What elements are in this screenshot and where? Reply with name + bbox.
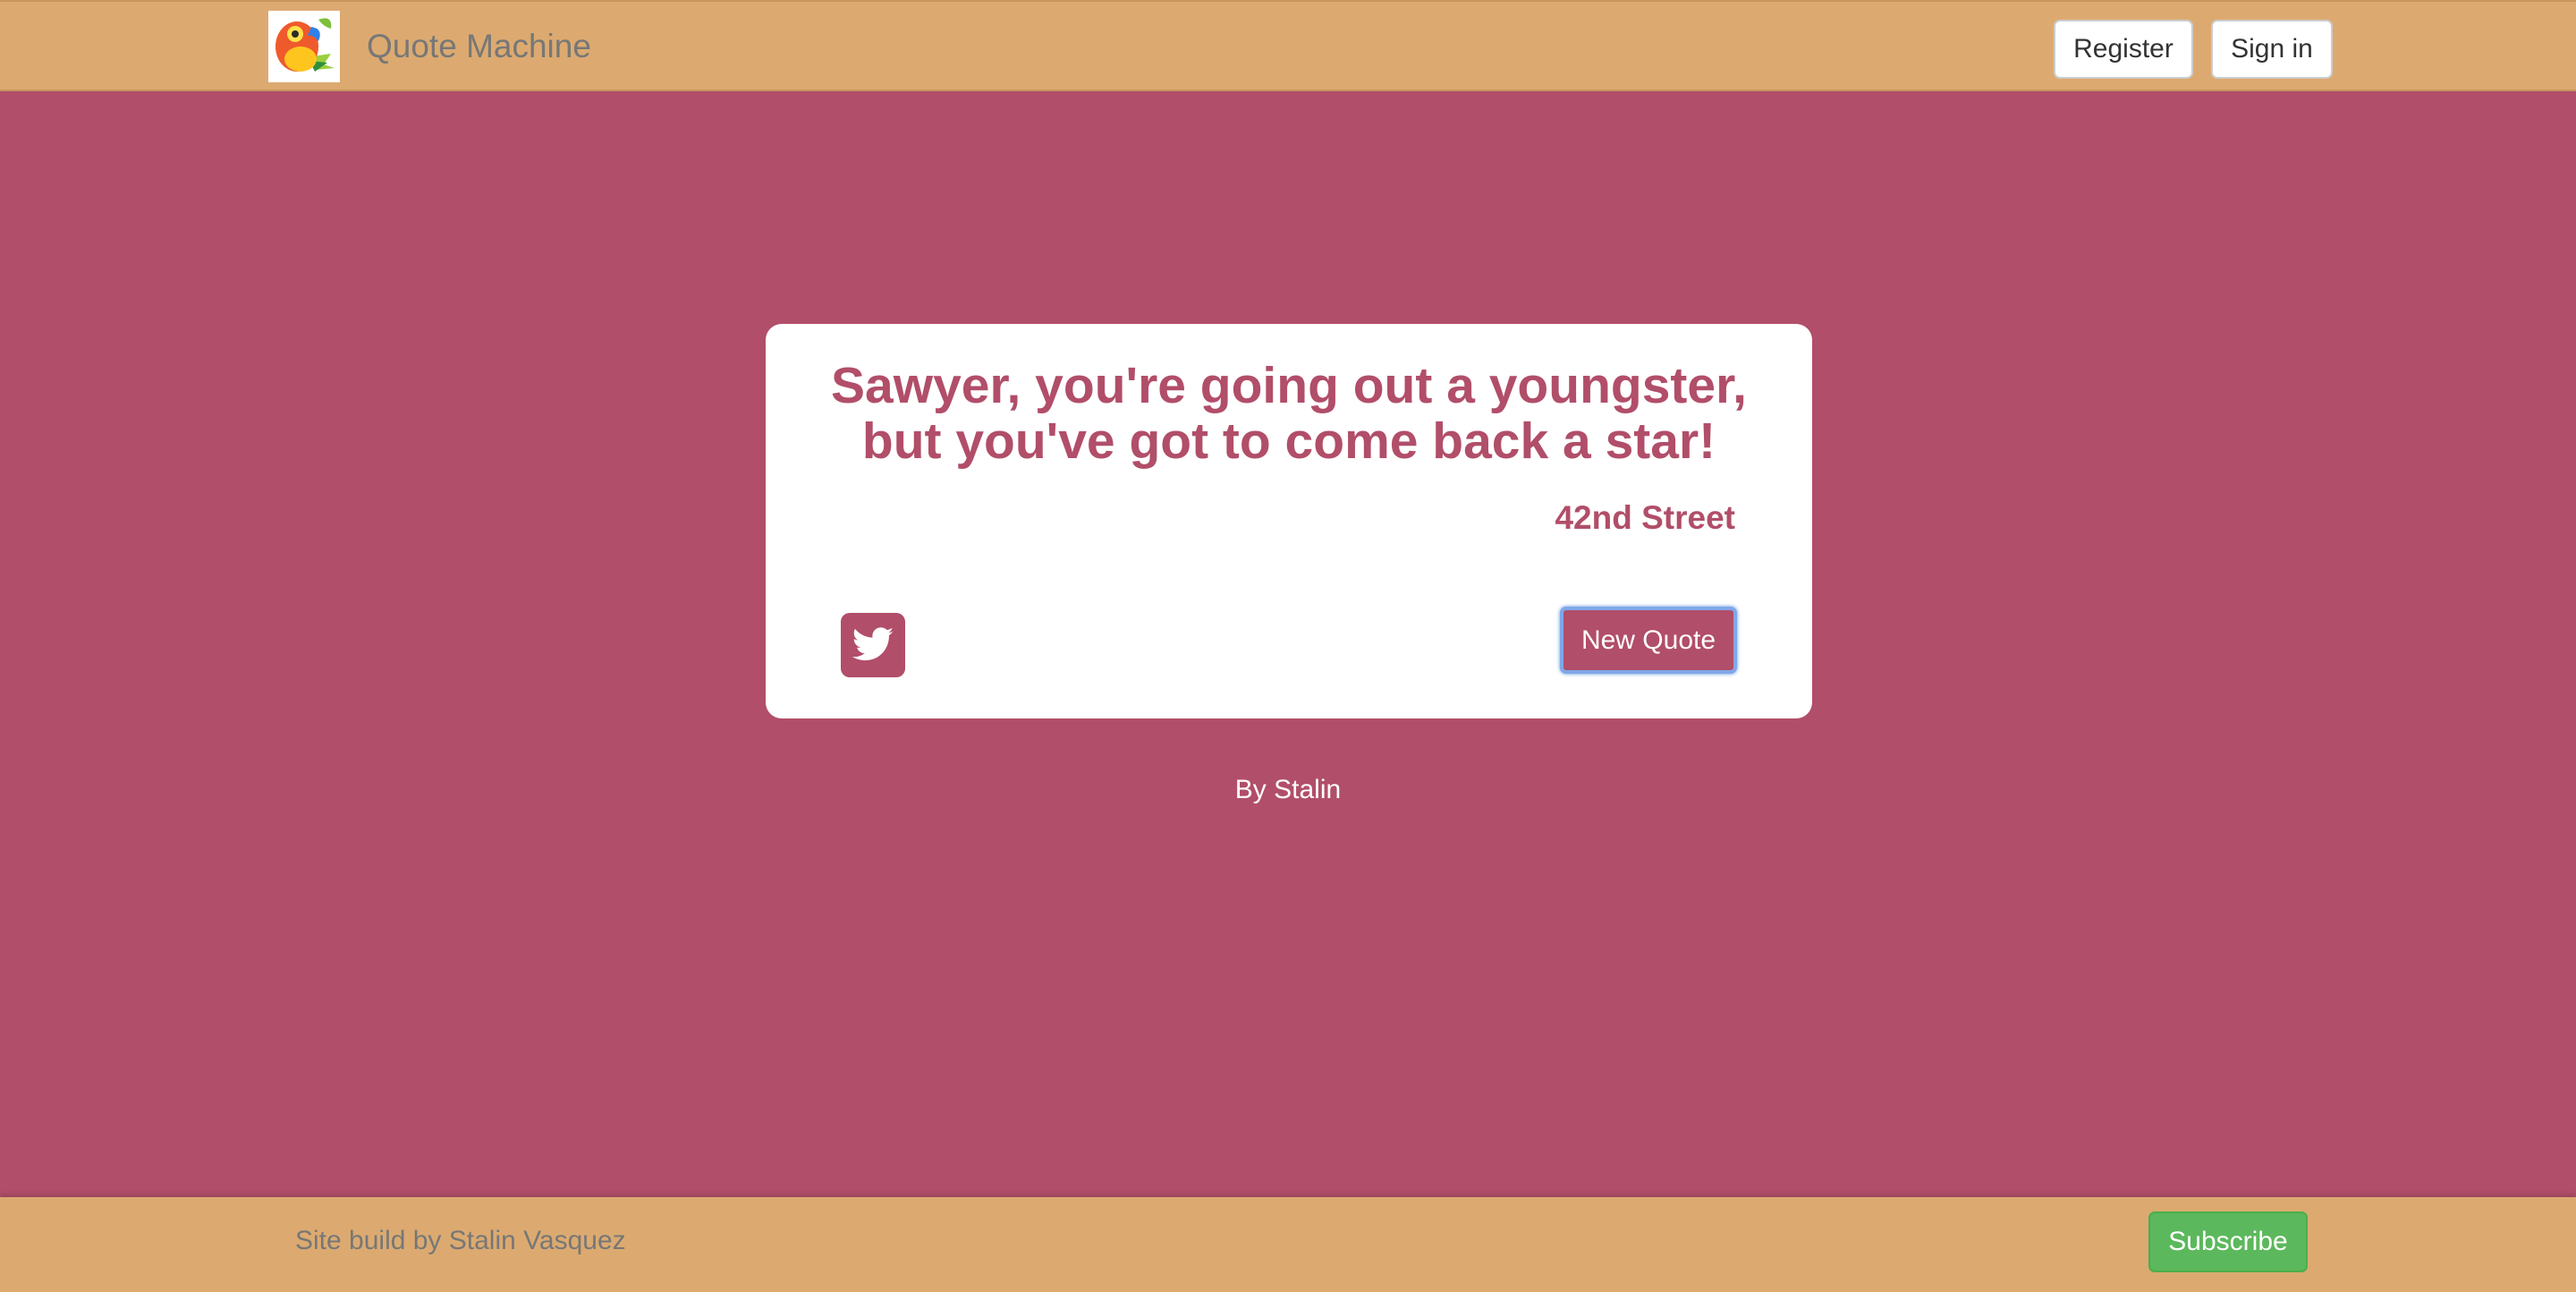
twitter-icon bbox=[852, 627, 894, 661]
quote-card: Sawyer, you're going out a youngster, bu… bbox=[766, 324, 1812, 718]
sign-in-button[interactable]: Sign in bbox=[2211, 20, 2333, 79]
byline: By Stalin bbox=[1234, 775, 1342, 804]
bower-bird-logo[interactable] bbox=[268, 11, 340, 82]
footer: Site build by Stalin Vasquez Subscribe bbox=[0, 1197, 2576, 1292]
top-navbar: Quote Machine Register Sign in bbox=[0, 0, 2576, 91]
footer-credit: Site build by Stalin Vasquez bbox=[295, 1226, 626, 1255]
subscribe-button[interactable]: Subscribe bbox=[2148, 1211, 2308, 1272]
brand-title[interactable]: Quote Machine bbox=[367, 27, 591, 66]
quote-author: 42nd Street bbox=[1555, 499, 1735, 536]
new-quote-button[interactable]: New Quote bbox=[1560, 607, 1737, 674]
quote-text: Sawyer, you're going out a youngster, bu… bbox=[831, 357, 1747, 470]
tweet-quote-button[interactable] bbox=[841, 613, 905, 677]
register-button[interactable]: Register bbox=[2054, 20, 2193, 79]
